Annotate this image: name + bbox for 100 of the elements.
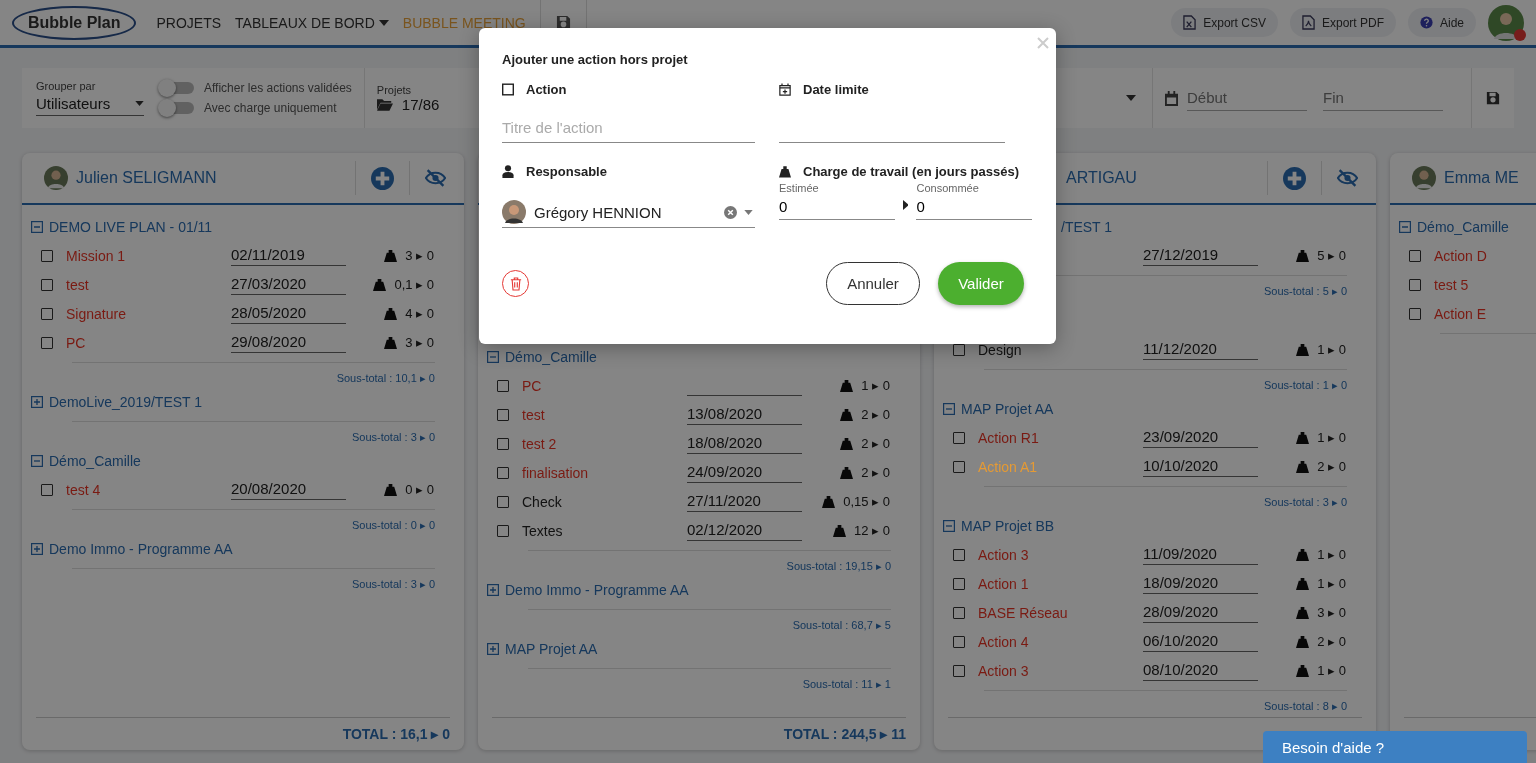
action-name[interactable]: Action 3 [978, 546, 1029, 563]
date-field[interactable]: 10/10/2020 [1143, 456, 1258, 477]
cancel-button[interactable]: Annuler [826, 262, 920, 305]
project-name[interactable]: MAP Projet AA [961, 401, 1054, 417]
action-name[interactable]: test [66, 276, 89, 293]
checkbox[interactable] [497, 495, 509, 508]
clear-icon[interactable] [724, 205, 737, 219]
add-icon[interactable] [371, 166, 394, 190]
checkbox[interactable] [953, 431, 965, 444]
checkbox[interactable] [953, 548, 965, 561]
checkbox[interactable] [41, 249, 53, 262]
checkbox[interactable] [497, 524, 509, 537]
date-field[interactable]: 18/08/2020 [687, 433, 802, 454]
project-name[interactable]: Démo_Camille [505, 349, 597, 365]
date-field[interactable]: 27/11/2020 [687, 491, 802, 512]
project-name[interactable]: Démo_Camille [49, 453, 141, 469]
action-name[interactable]: test 2 [522, 435, 557, 452]
action-name[interactable]: Action R1 [978, 429, 1039, 446]
group-by-select[interactable]: Utilisateurs [36, 92, 144, 116]
date-field[interactable]: 02/12/2020 [687, 520, 802, 541]
date-field[interactable]: 24/09/2020 [687, 462, 802, 483]
collapse-icon[interactable] [487, 643, 499, 655]
checkbox[interactable] [41, 278, 53, 291]
toolbar-button[interactable]: Aide [1407, 8, 1476, 37]
collapse-icon[interactable] [943, 403, 955, 415]
logo[interactable]: Bubble Plan [12, 5, 137, 40]
collapse-icon[interactable] [487, 351, 499, 363]
action-name[interactable]: PC [522, 377, 542, 394]
action-name[interactable]: Textes [522, 522, 563, 539]
help-tab[interactable]: Besoin d'aide ? [1263, 731, 1527, 763]
checkbox[interactable] [1409, 307, 1421, 320]
checkbox[interactable] [41, 307, 53, 320]
project-name[interactable]: DemoLive_2019/TEST 1 [49, 394, 203, 410]
checkbox[interactable] [953, 460, 965, 473]
eye-slash-icon[interactable] [1337, 169, 1358, 187]
date-field[interactable]: 06/10/2020 [1143, 631, 1258, 652]
action-name[interactable]: Signature [66, 305, 126, 322]
date-field[interactable]: 20/08/2020 [231, 479, 346, 500]
collapse-icon[interactable] [1399, 221, 1411, 233]
checkbox[interactable] [1409, 278, 1421, 291]
date-field[interactable]: 29/08/2020 [231, 332, 346, 353]
toolbar-button[interactable]: Export PDF [1289, 8, 1396, 37]
action-name[interactable]: Design [978, 341, 1022, 358]
project-name[interactable]: MAP Projet AA [505, 641, 598, 657]
action-name[interactable]: finalisation [522, 464, 589, 481]
date-field[interactable]: 28/09/2020 [1143, 602, 1258, 623]
project-name[interactable]: Demo Immo - Programme AA [505, 582, 689, 598]
date-field[interactable]: 28/05/2020 [231, 303, 346, 324]
owner-select[interactable]: Grégory HENNION [502, 198, 755, 228]
action-name[interactable]: Action D [1434, 247, 1487, 264]
toggle-switch[interactable] [160, 102, 194, 114]
collapse-icon[interactable] [31, 396, 43, 408]
action-name[interactable]: test 4 [66, 481, 101, 498]
collapse-icon[interactable] [31, 543, 43, 555]
date-field[interactable]: 11/09/2020 [1143, 544, 1258, 565]
end-date-field[interactable]: Fin [1323, 85, 1443, 111]
project-name[interactable]: MAP Projet BB [961, 518, 1055, 534]
nav-link[interactable]: PROJETS [156, 14, 222, 31]
add-icon[interactable] [1283, 166, 1306, 190]
date-field[interactable]: 27/03/2020 [231, 274, 346, 295]
nav-link[interactable]: TABLEAUX DE BORD [235, 14, 389, 31]
date-field[interactable]: 18/09/2020 [1143, 573, 1258, 594]
checkbox[interactable] [953, 664, 965, 677]
delete-button[interactable] [502, 270, 529, 297]
date-field[interactable]: 02/11/2019 [231, 245, 346, 266]
action-name[interactable]: Action 4 [978, 633, 1029, 650]
checkbox[interactable] [497, 437, 509, 450]
action-name[interactable]: BASE Réseau [978, 604, 1068, 621]
project-name[interactable]: Démo_Camille [1417, 219, 1509, 235]
collapse-icon[interactable] [31, 221, 43, 233]
date-field[interactable]: 08/10/2020 [1143, 660, 1258, 681]
action-name[interactable]: test 5 [1434, 276, 1469, 293]
checkbox[interactable] [1409, 249, 1421, 262]
date-field[interactable]: 23/09/2020 [1143, 427, 1258, 448]
toggle-switch[interactable] [160, 82, 194, 94]
project-name[interactable]: /TEST 1 [1061, 219, 1113, 235]
action-name[interactable]: Action 1 [978, 575, 1029, 592]
caret-icon[interactable] [1126, 95, 1136, 101]
checkbox[interactable] [41, 483, 53, 496]
checkbox[interactable] [497, 408, 509, 421]
checkbox[interactable] [497, 379, 509, 392]
checkbox[interactable] [953, 577, 965, 590]
action-name[interactable]: Action E [1434, 305, 1487, 322]
avatar[interactable] [1488, 4, 1524, 41]
checkbox[interactable] [497, 466, 509, 479]
checkbox[interactable] [41, 336, 53, 349]
action-name[interactable]: test [522, 406, 545, 423]
action-name[interactable]: Check [522, 493, 562, 510]
checkbox[interactable] [953, 635, 965, 648]
collapse-icon[interactable] [31, 455, 43, 467]
collapse-icon[interactable] [487, 584, 499, 596]
date-field[interactable]: 27/12/2019 [1143, 245, 1258, 266]
project-name[interactable]: Demo Immo - Programme AA [49, 541, 233, 557]
action-name[interactable]: PC [66, 334, 86, 351]
eye-slash-icon[interactable] [425, 169, 446, 187]
date-field[interactable]: 11/12/2020 [1143, 339, 1258, 360]
confirm-button[interactable]: Valider [938, 262, 1024, 305]
checkbox[interactable] [953, 606, 965, 619]
project-name[interactable]: DEMO LIVE PLAN - 01/11 [49, 219, 213, 235]
action-name[interactable]: Action 3 [978, 662, 1029, 679]
